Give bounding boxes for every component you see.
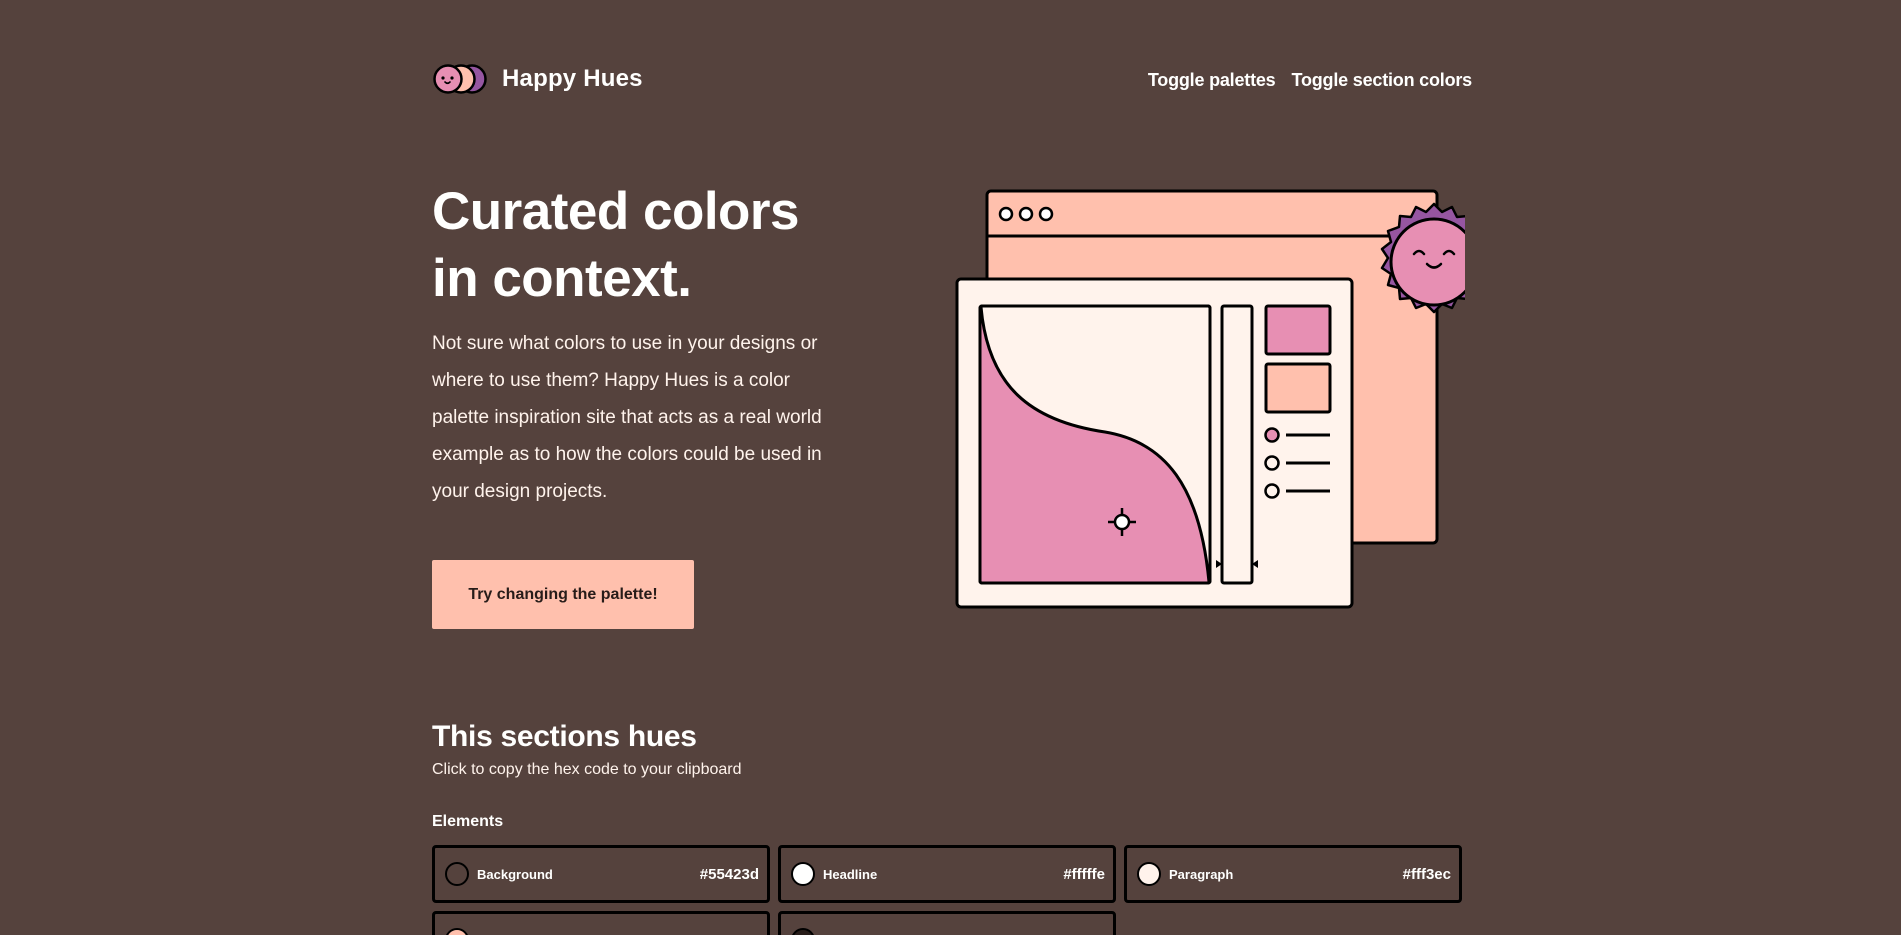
front-editor-window-illustration (955, 277, 1354, 609)
swatch-paragraph[interactable]: Paragraph #fff3ec (1124, 845, 1462, 903)
hero-title-line2: in context. (432, 249, 692, 308)
hero-title: Curated colors in context. (432, 178, 852, 312)
brand-name: Happy Hues (502, 65, 643, 92)
hero-paragraph: Not sure what colors to use in your desi… (432, 333, 822, 502)
swatch-color-dot (445, 928, 469, 935)
swatch-color-dot (445, 862, 469, 886)
swatch-hex: #fff3ec (1402, 865, 1451, 883)
section-hues-title: This sections hues (432, 720, 697, 753)
top-nav: Toggle palettes Toggle section colors (1148, 70, 1472, 91)
logo-icon (432, 62, 488, 96)
page-container: Happy Hues Toggle palettes Toggle sectio… (432, 0, 1488, 935)
swatch-name: Headline (823, 866, 878, 882)
try-changing-palette-button[interactable]: Try changing the palette! (432, 560, 694, 629)
toggle-section-colors-link[interactable]: Toggle section colors (1292, 70, 1473, 91)
swatch-name: Background (477, 866, 553, 882)
swatch-background[interactable]: Background #55423d (432, 845, 770, 903)
header: Happy Hues Toggle palettes Toggle sectio… (432, 62, 1472, 96)
swatch-color-dot (1137, 862, 1161, 886)
hero-illustration (920, 186, 1488, 616)
swatch-button-text[interactable] (778, 911, 1116, 935)
swatch-headline[interactable]: Headline #fffffe (778, 845, 1116, 903)
swatch-button[interactable] (432, 911, 770, 935)
swatch-color-dot (791, 928, 815, 935)
swatch-name: Paragraph (1169, 866, 1234, 882)
toggle-palettes-link[interactable]: Toggle palettes (1148, 70, 1276, 91)
section-hues-subtitle: Click to copy the hex code to your clipb… (432, 761, 742, 778)
swatch-hex: #55423d (699, 865, 759, 883)
logo[interactable]: Happy Hues (432, 62, 643, 96)
swatch-hex: #fffffe (1063, 865, 1105, 883)
swatch-color-dot (791, 862, 815, 886)
elements-label: Elements (432, 813, 504, 830)
hero-title-line1: Curated colors (432, 182, 800, 241)
